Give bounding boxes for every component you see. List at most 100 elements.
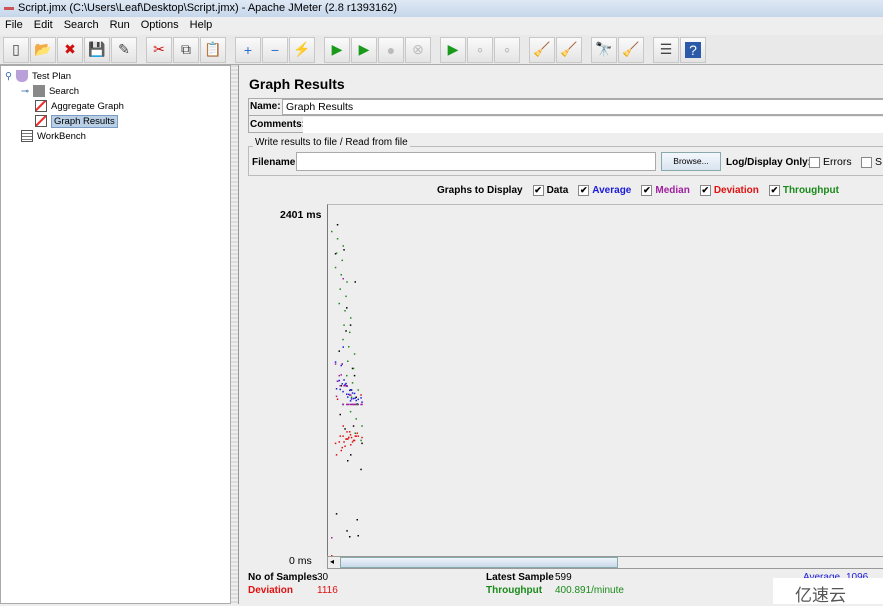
graph-median-checkbox[interactable]: ✔ Median <box>641 185 690 196</box>
deviation-value: 1116 <box>317 585 338 596</box>
clear-all-button[interactable]: 🧹 <box>556 36 582 63</box>
point-data <box>343 249 345 251</box>
new-button[interactable]: ▯ <box>3 36 29 63</box>
point-throughput <box>360 439 362 442</box>
point-throughput <box>346 281 348 283</box>
point-median <box>340 374 342 376</box>
point-average <box>351 392 354 394</box>
menu-run[interactable]: Run <box>105 17 136 35</box>
shutdown-button[interactable]: ⊗ <box>405 36 431 63</box>
remote-start-button[interactable]: ▶ <box>440 36 466 63</box>
name-input[interactable] <box>282 99 883 115</box>
clear-button[interactable]: 🧹 <box>529 36 555 63</box>
point-throughput <box>342 245 344 247</box>
save-button[interactable]: 💾 <box>84 36 110 63</box>
graph-average-checkbox[interactable]: ✔ Average <box>578 185 631 196</box>
point-average <box>350 398 353 400</box>
save-as-button[interactable]: ✎ <box>111 36 137 63</box>
reset-search-button[interactable]: 🧹 <box>618 36 644 63</box>
graph-deviation-checkbox[interactable]: ✔ Deviation <box>699 185 759 196</box>
search-icon: 🔭 <box>595 41 613 57</box>
menu-help[interactable]: Help <box>185 17 219 35</box>
cut-button[interactable]: ✂ <box>146 36 172 63</box>
menu-options[interactable]: Options <box>136 17 185 35</box>
horizontal-scrollbar[interactable]: ◂ <box>327 556 883 569</box>
point-deviation <box>336 398 339 400</box>
errors-checkbox[interactable]: Errors <box>809 156 852 168</box>
toggle-button[interactable]: ⚡ <box>289 36 315 63</box>
clear-all-icon: 🧹 <box>560 41 578 57</box>
collapse-button[interactable]: − <box>262 36 288 63</box>
graph-icon <box>35 115 47 127</box>
point-data <box>346 530 348 532</box>
start-icon: ▶ <box>331 41 343 57</box>
new-icon: ▯ <box>12 41 20 57</box>
point-deviation <box>346 431 348 433</box>
watermark: 亿速云 <box>773 578 883 605</box>
search-button[interactable]: 🔭 <box>591 36 617 63</box>
point-deviation <box>356 432 358 434</box>
close-button[interactable]: ✖ <box>57 36 83 63</box>
tree-item-workbench[interactable]: WorkBench <box>21 129 86 143</box>
menu-edit[interactable]: Edit <box>29 17 59 35</box>
point-deviation <box>351 441 354 443</box>
point-median <box>338 374 340 377</box>
graph-data-checkbox[interactable]: ✔ Data <box>532 185 568 196</box>
start-no-pause-icon: ▶ <box>358 41 370 57</box>
checkbox-check-icon: ✔ <box>578 185 590 196</box>
point-deviation <box>346 438 348 440</box>
point-deviation <box>341 446 343 449</box>
help-button[interactable]: ? <box>680 36 706 63</box>
point-throughput <box>352 367 355 370</box>
point-deviation <box>338 441 340 443</box>
browse-button[interactable]: Browse... <box>661 152 721 171</box>
scrollbar-thumb[interactable] <box>340 557 618 568</box>
point-throughput <box>341 259 343 262</box>
remote-shutdown-button[interactable]: ∘ <box>494 36 520 63</box>
scroll-left-icon[interactable]: ◂ <box>330 557 334 566</box>
point-median <box>349 403 352 406</box>
point-data <box>356 519 358 521</box>
title-bar: Script.jmx (C:\Users\Leaf\Desktop\Script… <box>0 0 883 17</box>
start-button[interactable]: ▶ <box>324 36 350 63</box>
stop-button[interactable]: ● <box>378 36 404 63</box>
comments-input[interactable] <box>303 117 883 133</box>
tree-item-aggregate-graph[interactable]: Aggregate Graph <box>35 99 124 113</box>
point-data <box>352 425 355 427</box>
point-average <box>355 399 357 402</box>
point-average <box>346 393 348 395</box>
checkbox-check-icon: ✔ <box>532 185 544 196</box>
successes-checkbox[interactable]: S <box>861 156 882 168</box>
tree-item-graph-results[interactable]: Graph Results <box>35 114 118 128</box>
menu-search[interactable]: Search <box>59 17 105 35</box>
tree-item-test-plan[interactable]: ⚲ Test Plan <box>5 69 71 83</box>
function-helper-button[interactable]: ☰ <box>653 36 679 63</box>
point-median <box>335 395 338 398</box>
point-data <box>357 535 359 537</box>
split-pane-divider[interactable] <box>231 65 238 604</box>
filename-input[interactable] <box>296 152 656 171</box>
menu-file[interactable]: File <box>0 17 29 35</box>
point-median <box>343 385 345 387</box>
point-throughput <box>354 432 356 434</box>
expand-button[interactable]: + <box>235 36 261 63</box>
graph-throughput-checkbox[interactable]: ✔ Throughput <box>768 185 839 196</box>
remote-stop-button[interactable]: ∘ <box>467 36 493 63</box>
start-no-pause-button[interactable]: ▶ <box>351 36 377 63</box>
point-throughput <box>343 324 345 326</box>
paste-button[interactable]: 📋 <box>200 36 226 63</box>
point-data <box>339 413 341 416</box>
point-data <box>347 460 349 462</box>
point-throughput <box>355 418 357 420</box>
point-median <box>331 537 333 539</box>
point-throughput <box>342 338 344 341</box>
copy-button[interactable]: ⧉ <box>173 36 199 63</box>
point-average <box>335 388 338 390</box>
point-data <box>344 428 346 430</box>
save-as-icon: ✎ <box>118 41 130 57</box>
open-button[interactable]: 📂 <box>30 36 56 63</box>
point-deviation <box>352 439 355 442</box>
test-plan-tree: ⚲ Test Plan ⊸ Search Aggregate Graph Graph… <box>0 65 231 604</box>
name-label: Name: <box>250 101 281 112</box>
tree-item-search[interactable]: ⊸ Search <box>21 84 79 98</box>
